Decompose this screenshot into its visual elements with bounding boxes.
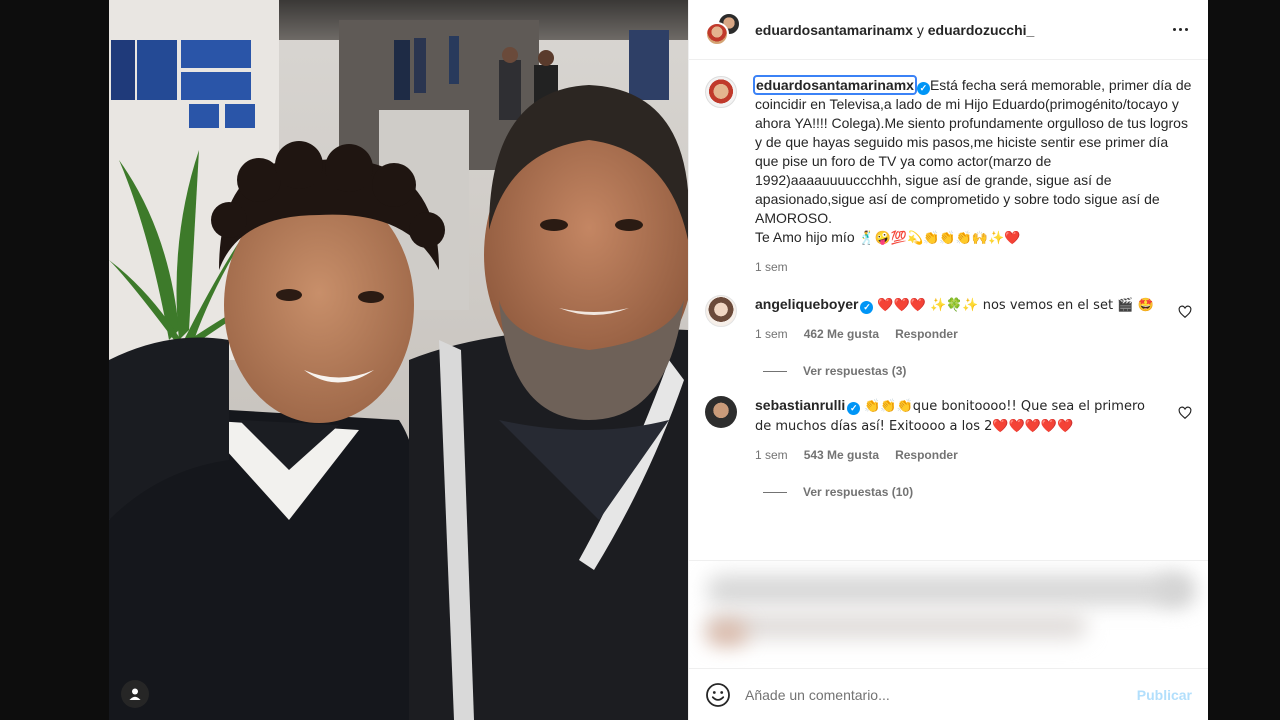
collab-avatars[interactable] <box>705 11 741 48</box>
view-replies-button[interactable]: Ver respuestas (10) <box>763 485 1192 499</box>
view-replies-label: Ver respuestas (10) <box>803 485 914 499</box>
author-link[interactable]: eduardosantamarinamx <box>755 22 913 38</box>
view-replies-label: Ver respuestas (3) <box>803 364 907 378</box>
selfie-photo <box>109 0 688 720</box>
post-authors: eduardosantamarinamx y eduardozucchi_ <box>755 22 1168 38</box>
publish-button[interactable]: Publicar <box>1137 687 1192 703</box>
heart-outline-icon[interactable] <box>1178 305 1192 319</box>
comment-composer: Publicar <box>689 668 1208 720</box>
replies-divider <box>763 491 787 493</box>
caption-emojis: 🕺🤪💯💫👏👏👏🙌✨❤️ <box>858 231 1021 246</box>
post-header: eduardosantamarinamx y eduardozucchi_ <box>689 0 1208 60</box>
caption-time[interactable]: 1 sem <box>755 258 788 277</box>
view-replies-button[interactable]: Ver respuestas (3) <box>763 364 1192 378</box>
blurred-region <box>707 575 1187 605</box>
replies-divider <box>763 370 787 372</box>
blurred-region <box>707 613 1087 639</box>
reply-button[interactable]: Responder <box>895 325 958 344</box>
caption-text: Está fecha será memorable, primer día de… <box>755 77 1192 226</box>
coauthor-link[interactable]: eduardozucchi_ <box>928 22 1035 38</box>
verified-badge-icon: ✓ <box>860 301 874 314</box>
blurred-region <box>1159 575 1195 605</box>
comment-username[interactable]: angeliqueboyer <box>755 296 858 312</box>
avatar <box>705 21 729 46</box>
more-options-icon[interactable] <box>1168 18 1192 42</box>
comment-likes[interactable]: 543 Me gusta <box>804 446 879 465</box>
verified-badge-icon: ✓ <box>847 402 861 415</box>
avatar[interactable] <box>705 295 737 327</box>
emoji-smile-icon[interactable] <box>705 682 731 708</box>
comment-item: angeliqueboyer ✓ ❤️❤️❤️ ✨🍀✨ nos vemos en … <box>705 295 1192 344</box>
blurred-region <box>707 621 747 645</box>
reply-button[interactable]: Responder <box>895 446 958 465</box>
verified-badge-icon: ✓ <box>916 82 930 95</box>
caption-username[interactable]: eduardosantamarinamx <box>753 75 917 95</box>
user-tag-icon <box>129 688 141 700</box>
comment-time[interactable]: 1 sem <box>755 325 788 344</box>
user-tag-button[interactable] <box>121 680 149 708</box>
blurred-actions-area <box>689 560 1208 668</box>
post-side-panel: eduardosantamarinamx y eduardozucchi_ ed… <box>688 0 1208 720</box>
comment-input[interactable] <box>745 686 1137 703</box>
comment-likes[interactable]: 462 Me gusta <box>804 325 879 344</box>
comment-text: ❤️❤️❤️ ✨🍀✨ nos vemos en el set 🎬 🤩 <box>877 298 1154 313</box>
authors-joiner: y <box>912 21 928 38</box>
post-photo[interactable] <box>109 0 688 720</box>
post-caption: eduardosantamarinamx ✓ Está fecha será mem… <box>705 75 1192 277</box>
caption-signoff: Te Amo hijo mío <box>755 229 855 245</box>
comment-time[interactable]: 1 sem <box>755 446 788 465</box>
comments-section[interactable]: eduardosantamarinamx ✓ Está fecha será mem… <box>689 60 1208 555</box>
comment-username[interactable]: sebastianrulli <box>755 397 845 413</box>
heart-outline-icon[interactable] <box>1178 406 1192 420</box>
avatar[interactable] <box>705 76 737 108</box>
comment-item: sebastianrulli ✓ 👏👏👏que bonitoooo!! Que s… <box>705 396 1192 465</box>
avatar[interactable] <box>705 396 737 428</box>
